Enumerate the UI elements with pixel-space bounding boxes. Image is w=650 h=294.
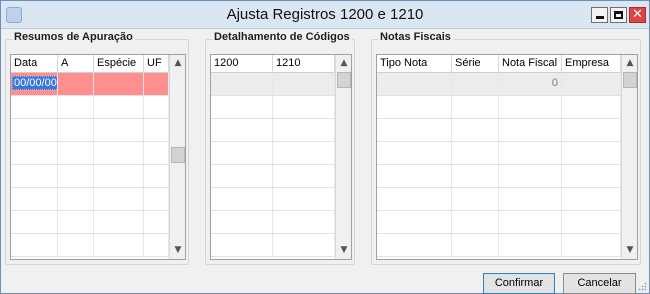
data-edit-value[interactable]: 00/00/00 — [12, 76, 57, 90]
detalhamento-grid-body — [211, 73, 335, 257]
detalhamento-group-title: Detalhamento de Códigos — [212, 31, 352, 43]
column-header-data[interactable]: Data — [11, 55, 58, 73]
table-row — [11, 96, 169, 119]
title-bar: Ajusta Registros 1200 e 1210 ✕ — [1, 1, 649, 29]
scroll-up-icon[interactable]: ▲ — [336, 55, 351, 72]
resumos-grid[interactable]: Data A Espécie UF 00/00/00 ▲ ▼ — [10, 54, 186, 260]
minimize-icon — [596, 16, 604, 19]
scroll-up-icon[interactable]: ▲ — [170, 55, 185, 72]
scroll-thumb[interactable] — [171, 147, 185, 163]
table-row — [11, 142, 169, 165]
table-row — [11, 211, 169, 234]
window-controls: ✕ — [591, 7, 646, 23]
column-header-1200[interactable]: 1200 — [211, 55, 273, 73]
column-header-serie[interactable]: Série — [452, 55, 499, 73]
dialog-window: Ajusta Registros 1200 e 1210 ✕ Resumos d… — [0, 0, 650, 294]
detalhamento-grid-header: 1200 1210 — [211, 55, 335, 73]
cell-serie[interactable] — [452, 73, 499, 95]
column-header-uf[interactable]: UF — [144, 55, 169, 73]
notas-scrollbar[interactable]: ▲ ▼ — [621, 55, 637, 259]
cell-data[interactable]: 00/00/00 — [11, 73, 58, 95]
table-row — [11, 188, 169, 211]
scroll-down-icon[interactable]: ▼ — [170, 242, 185, 259]
resumos-group-title: Resumos de Apuração — [12, 31, 135, 43]
column-header-a[interactable]: A — [58, 55, 94, 73]
table-row — [11, 119, 169, 142]
cell-tipo-nota[interactable] — [377, 73, 452, 95]
table-row — [211, 96, 335, 119]
scroll-down-icon[interactable]: ▼ — [336, 242, 351, 259]
resumos-group: Resumos de Apuração Data A Espécie UF 00… — [5, 31, 189, 265]
cell-especie[interactable] — [94, 73, 144, 95]
scroll-thumb[interactable] — [337, 72, 351, 88]
cancelar-button[interactable]: Cancelar — [563, 273, 636, 294]
detalhamento-group: Detalhamento de Códigos 1200 1210 ▲ ▼ — [205, 31, 355, 265]
column-header-empresa[interactable]: Empresa — [562, 55, 621, 73]
detalhamento-grid[interactable]: 1200 1210 ▲ ▼ — [210, 54, 352, 260]
close-icon: ✕ — [632, 7, 643, 22]
resumos-grid-body: 00/00/00 — [11, 73, 169, 257]
notas-group: Notas Fiscais Tipo Nota Série Nota Fisca… — [371, 31, 641, 265]
notas-grid-header: Tipo Nota Série Nota Fiscal Empresa — [377, 55, 621, 73]
maximize-icon — [614, 11, 623, 19]
window-title: Ajusta Registros 1200 e 1210 — [226, 6, 424, 23]
table-row — [211, 142, 335, 165]
column-header-tipo-nota[interactable]: Tipo Nota — [377, 55, 452, 73]
table-row[interactable] — [211, 73, 335, 96]
resumos-grid-header: Data A Espécie UF — [11, 55, 169, 73]
table-row — [211, 234, 335, 257]
table-row — [211, 165, 335, 188]
table-row[interactable]: 0 — [377, 73, 621, 96]
table-row — [377, 165, 621, 188]
table-row — [211, 188, 335, 211]
table-row — [377, 188, 621, 211]
table-row — [377, 211, 621, 234]
minimize-button[interactable] — [591, 7, 608, 23]
scroll-thumb[interactable] — [623, 72, 637, 88]
table-row — [377, 142, 621, 165]
close-button[interactable]: ✕ — [629, 7, 646, 23]
notas-group-title: Notas Fiscais — [378, 31, 453, 43]
table-row — [211, 119, 335, 142]
table-row — [11, 234, 169, 257]
table-row — [377, 96, 621, 119]
scroll-down-icon[interactable]: ▼ — [622, 242, 637, 259]
table-row — [11, 165, 169, 188]
resumos-scrollbar[interactable]: ▲ ▼ — [169, 55, 185, 259]
notas-grid-body: 0 — [377, 73, 621, 257]
cell-uf[interactable] — [144, 73, 169, 95]
column-header-especie[interactable]: Espécie — [94, 55, 144, 73]
column-header-nota-fiscal[interactable]: Nota Fiscal — [499, 55, 562, 73]
table-row — [377, 234, 621, 257]
table-row[interactable]: 00/00/00 — [11, 73, 169, 96]
cell-nota-fiscal[interactable]: 0 — [499, 73, 562, 95]
notas-grid[interactable]: Tipo Nota Série Nota Fiscal Empresa 0 ▲ … — [376, 54, 638, 260]
cell-empresa[interactable] — [562, 73, 621, 95]
resize-grip-icon[interactable] — [637, 281, 647, 291]
scroll-up-icon[interactable]: ▲ — [622, 55, 637, 72]
detalhamento-scrollbar[interactable]: ▲ ▼ — [335, 55, 351, 259]
column-header-1210[interactable]: 1210 — [273, 55, 335, 73]
cell-a[interactable] — [58, 73, 94, 95]
confirmar-button[interactable]: Confirmar — [483, 273, 555, 294]
maximize-button[interactable] — [610, 7, 627, 23]
table-row — [211, 211, 335, 234]
table-row — [377, 119, 621, 142]
